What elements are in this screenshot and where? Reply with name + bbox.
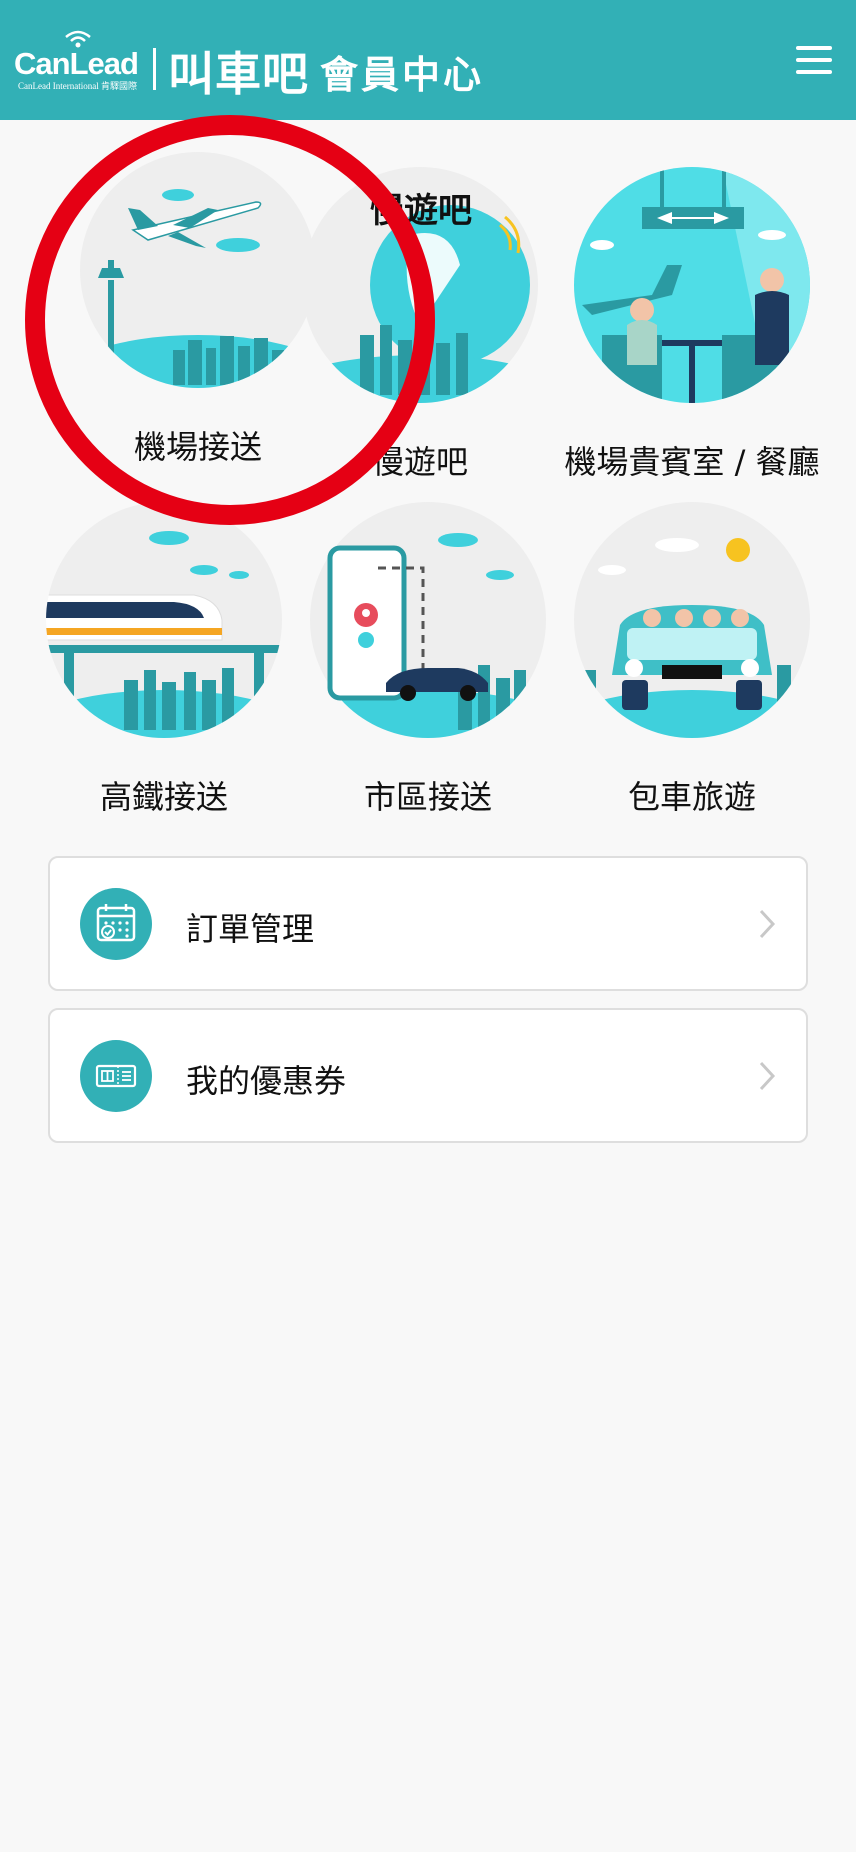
city-transfer-icon: [308, 500, 548, 740]
service-label: 包車旅遊: [627, 778, 756, 816]
slow-travel-icon: 慢遊吧: [300, 165, 540, 405]
high-speed-rail-icon: [44, 500, 284, 740]
coupon-icon: [80, 1040, 152, 1112]
hamburger-menu-icon[interactable]: [796, 46, 832, 74]
airport-transfer-icon: [78, 150, 318, 390]
order-management-button[interactable]: 訂單管理: [48, 856, 808, 991]
airport-lounge-icon: [572, 165, 812, 405]
app-header: CanLead CanLead International 肯驛國際 叫車吧 會…: [0, 0, 856, 120]
calendar-icon: [80, 888, 152, 960]
page-title: 會員中心: [320, 53, 485, 97]
service-label: 機場貴賓室 / 餐廳: [564, 443, 820, 481]
app-name: 叫車吧: [168, 47, 309, 101]
slow-travel-logo: 慢遊吧: [370, 191, 472, 231]
logo-brand: CanLead: [14, 46, 139, 81]
header-divider: [153, 48, 156, 90]
my-coupons-button[interactable]: 我的優惠券: [48, 1008, 808, 1143]
menu-label: 我的優惠券: [186, 1062, 347, 1100]
canlead-logo[interactable]: CanLead CanLead International 肯驛國際: [14, 28, 142, 92]
menu-label: 訂單管理: [186, 910, 315, 948]
chevron-right-icon: [759, 909, 776, 939]
wifi-icon: [65, 30, 91, 48]
chevron-right-icon: [759, 1061, 776, 1091]
logo-subtitle: CanLead International 肯驛國際: [18, 81, 137, 91]
charter-tour-icon: [572, 500, 812, 740]
